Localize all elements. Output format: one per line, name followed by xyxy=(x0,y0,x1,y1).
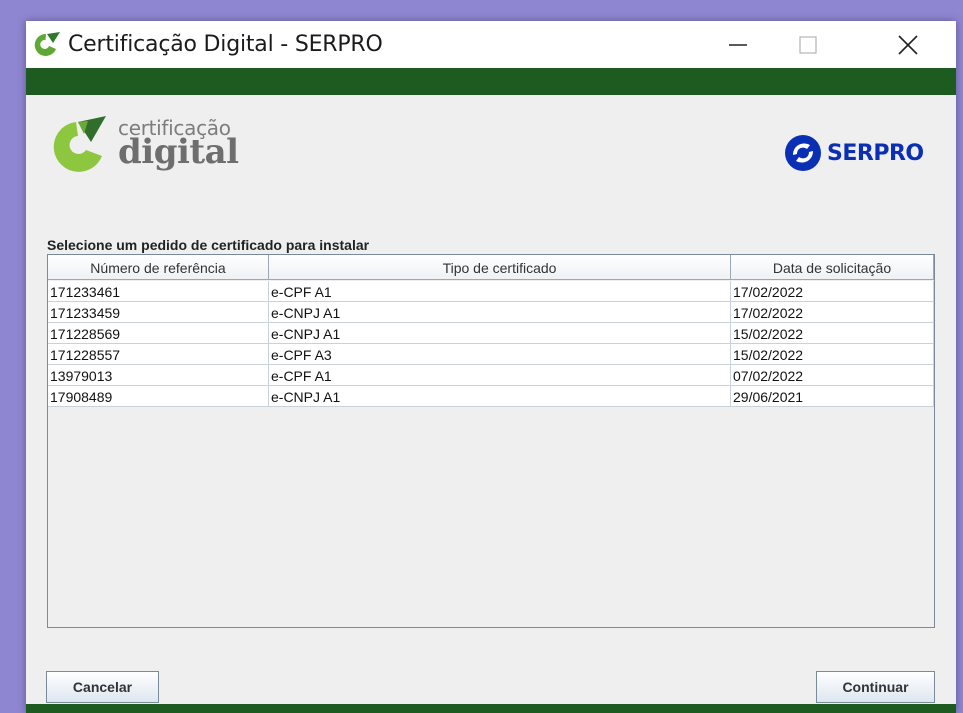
certificacao-digital-logo-icon xyxy=(53,116,106,172)
instruction-label: Selecione um pedido de certificado para … xyxy=(47,237,370,253)
cell-date: 17/02/2022 xyxy=(731,302,934,323)
cell-reference: 171228569 xyxy=(48,323,269,344)
serpro-logo-icon xyxy=(785,135,821,171)
column-header-type[interactable]: Tipo de certificado xyxy=(269,255,731,280)
close-icon xyxy=(898,35,918,55)
cell-date: 15/02/2022 xyxy=(731,323,934,344)
certificacao-digital-logo: certificação digital xyxy=(44,112,244,176)
minimize-icon xyxy=(729,44,747,46)
certificate-requests-table[interactable]: Número de referência Tipo de certificado… xyxy=(47,254,935,628)
cell-type: e-CPF A1 xyxy=(269,365,731,386)
serpro-logo-text: SERPRO xyxy=(827,141,924,166)
cell-reference: 13979013 xyxy=(48,365,269,386)
table-row[interactable]: 171233459 e-CNPJ A1 17/02/2022 xyxy=(48,302,934,323)
cell-type: e-CPF A3 xyxy=(269,344,731,365)
footer-green-bar xyxy=(26,704,956,713)
cell-date: 07/02/2022 xyxy=(731,365,934,386)
table-row[interactable]: 171228569 e-CNPJ A1 15/02/2022 xyxy=(48,323,934,344)
table-row[interactable]: 171233461 e-CPF A1 17/02/2022 xyxy=(48,281,934,302)
window-title: Certificação Digital - SERPRO xyxy=(68,32,383,57)
cell-type: e-CNPJ A1 xyxy=(269,386,731,407)
cell-type: e-CNPJ A1 xyxy=(269,323,731,344)
cell-date: 17/02/2022 xyxy=(731,281,934,302)
column-header-reference[interactable]: Número de referência xyxy=(48,255,269,280)
serpro-logo: SERPRO xyxy=(783,133,933,173)
table-row[interactable]: 171228557 e-CPF A3 15/02/2022 xyxy=(48,344,934,365)
table-row[interactable]: 13979013 e-CPF A1 07/02/2022 xyxy=(48,365,934,386)
app-logo-icon xyxy=(34,32,60,56)
logo-text-big: digital xyxy=(118,132,239,172)
maximize-button[interactable] xyxy=(776,21,840,68)
cell-reference: 171228557 xyxy=(48,344,269,365)
header-green-bar xyxy=(26,68,956,95)
continue-button[interactable]: Continuar xyxy=(816,671,935,703)
minimize-button[interactable] xyxy=(706,21,770,68)
close-button[interactable] xyxy=(876,21,940,68)
cell-date: 29/06/2021 xyxy=(731,386,934,407)
column-header-date[interactable]: Data de solicitação xyxy=(731,255,934,280)
cancel-button[interactable]: Cancelar xyxy=(46,671,159,703)
cell-date: 15/02/2022 xyxy=(731,344,934,365)
title-bar[interactable]: Certificação Digital - SERPRO xyxy=(26,21,956,68)
table-row[interactable]: 17908489 e-CNPJ A1 29/06/2021 xyxy=(48,386,934,407)
app-window: Certificação Digital - SERPRO certificaç… xyxy=(26,21,956,713)
cell-reference: 17908489 xyxy=(48,386,269,407)
cell-type: e-CNPJ A1 xyxy=(269,302,731,323)
cell-type: e-CPF A1 xyxy=(269,281,731,302)
cell-reference: 171233461 xyxy=(48,281,269,302)
dialog-content: certificação digital SERPRO Selecione um… xyxy=(26,95,956,704)
table-header: Número de referência Tipo de certificado… xyxy=(48,255,934,281)
cell-reference: 171233459 xyxy=(48,302,269,323)
maximize-icon xyxy=(799,36,817,54)
